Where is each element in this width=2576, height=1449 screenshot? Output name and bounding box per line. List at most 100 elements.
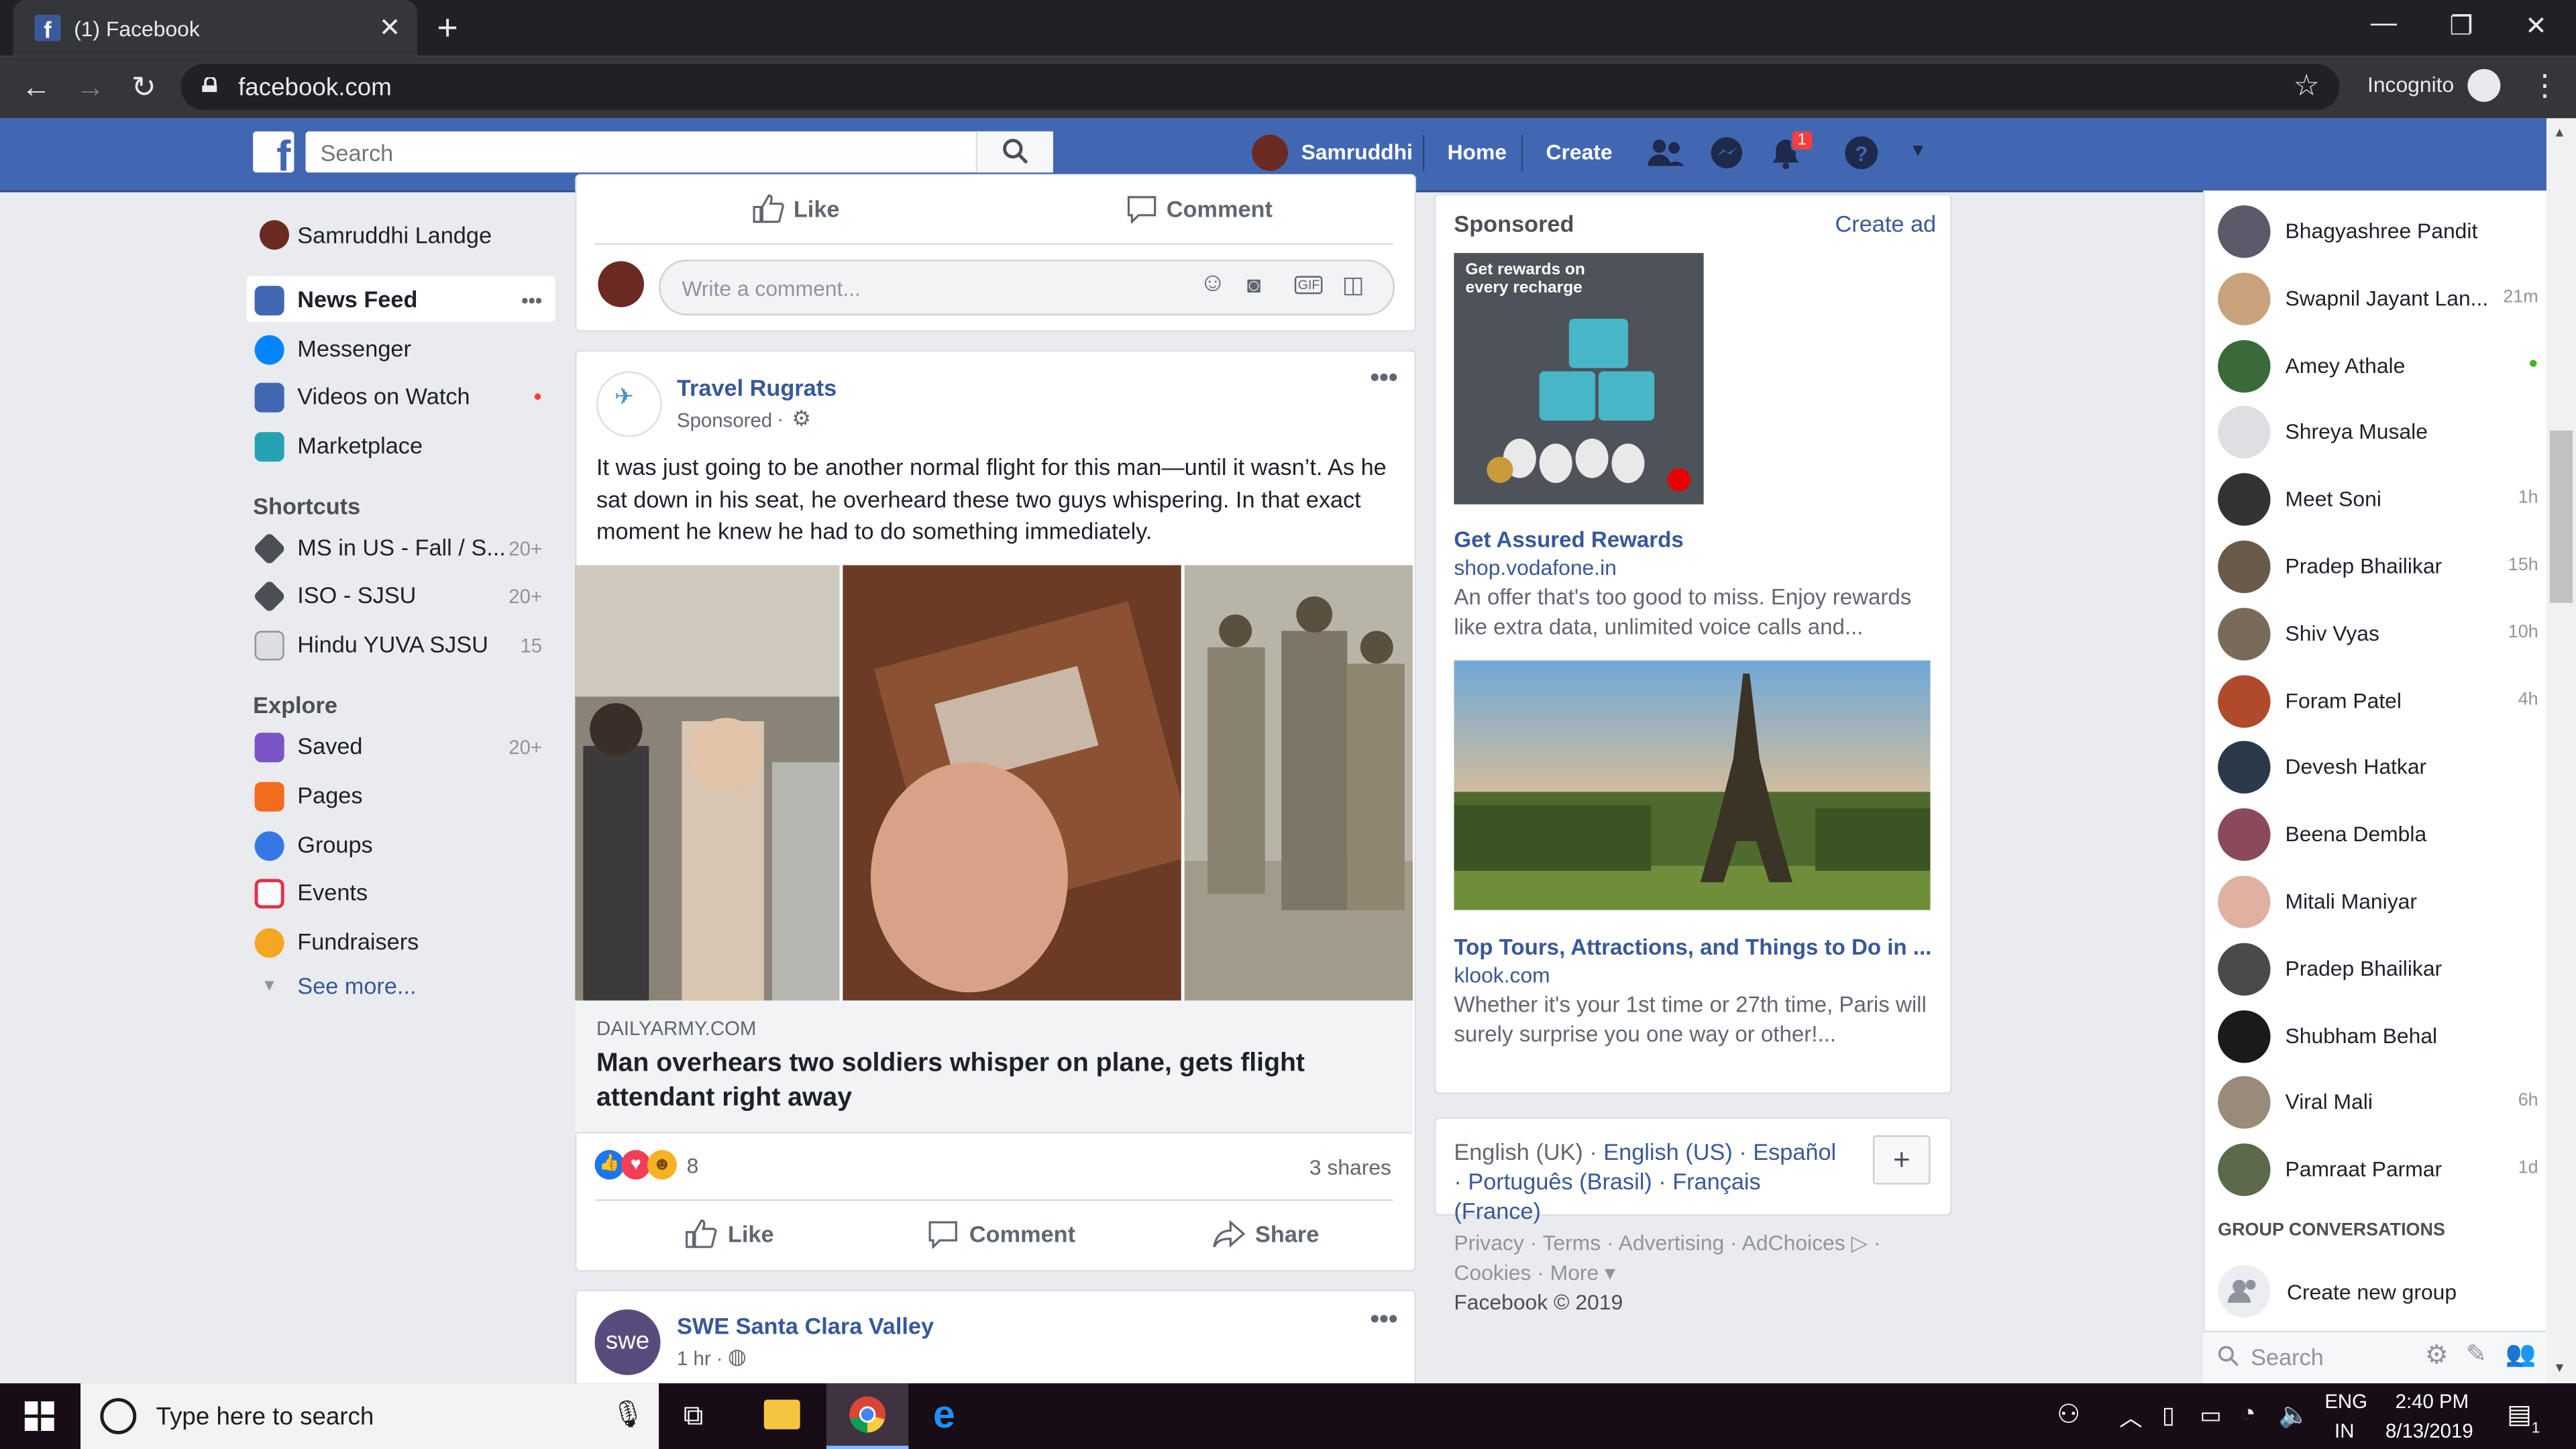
profile-link[interactable]: Samruddhi xyxy=(1301,140,1413,164)
chat-contact[interactable]: Viral Mali 6h xyxy=(2218,1070,2538,1136)
chat-contact[interactable]: Meet Soni 1h xyxy=(2218,467,2538,533)
chat-contact[interactable]: Foram Patel 4h xyxy=(2218,668,2538,734)
home-link[interactable]: Home xyxy=(1448,140,1507,164)
create-ad-link[interactable]: Create ad xyxy=(1835,210,1937,236)
action-center-icon[interactable]: ▤ xyxy=(2507,1398,2532,1431)
create-link[interactable]: Create xyxy=(1546,140,1613,164)
minimize-icon[interactable]: — xyxy=(2371,10,2397,40)
forward-icon[interactable]: → xyxy=(76,70,105,105)
taskbar-search[interactable]: Type here to search 🎙 xyxy=(80,1383,659,1449)
ad-domain[interactable]: shop.vodafone.in xyxy=(1454,555,1617,580)
nav-messenger[interactable]: Messenger xyxy=(246,325,558,372)
omnibox[interactable]: facebook.com ☆ xyxy=(180,64,2340,111)
sticker-icon[interactable]: ◫ xyxy=(1342,271,1364,299)
clock-date[interactable]: 8/13/2019 xyxy=(2385,1419,2473,1442)
back-icon[interactable]: ← xyxy=(21,70,51,105)
link-preview-image[interactable] xyxy=(575,565,1413,1001)
chat-contact[interactable]: Pamraat Parmar 1d xyxy=(2218,1137,2538,1203)
nav-saved[interactable]: Saved 20+ xyxy=(246,723,558,769)
language-option[interactable]: English (US) · xyxy=(1603,1138,1746,1165)
scroll-up-arrow-icon[interactable]: ▲ xyxy=(2553,125,2566,140)
reactions-summary[interactable]: 👍 ♥ ☻ 8 xyxy=(594,1150,698,1180)
account-menu-chevron-icon[interactable]: ▼ xyxy=(1909,142,1927,161)
ad-headline[interactable]: Top Tours, Attractions, and Things to Do… xyxy=(1454,934,1930,959)
chat-contact[interactable]: Amey Athale ● xyxy=(2218,333,2538,398)
footer-line[interactable]: Cookies · More ▾ xyxy=(1454,1258,1947,1288)
profile-name[interactable]: Samruddhi Landge xyxy=(297,222,492,248)
like-button[interactable]: Like xyxy=(753,194,839,223)
footer-links[interactable]: Privacy · Terms · Advertising · AdChoice… xyxy=(1454,1229,1947,1318)
messenger-icon[interactable] xyxy=(1710,136,1743,169)
comment-box[interactable]: Write a comment... ☺ ◙ GIF ◫ xyxy=(659,259,1395,316)
user-avatar[interactable] xyxy=(1252,134,1289,171)
vodafone-ad-image[interactable]: Get rewards on every recharge xyxy=(1454,253,1704,504)
post-author[interactable]: SWE Santa Clara Valley xyxy=(677,1313,934,1339)
scroll-down-arrow-icon[interactable]: ▼ xyxy=(2553,1360,2566,1375)
see-more-link[interactable]: See more... xyxy=(297,973,416,999)
shares-count[interactable]: 3 shares xyxy=(1309,1155,1391,1180)
share-button[interactable]: Share xyxy=(1212,1219,1319,1248)
chat-settings-gear-icon[interactable]: ⚙ xyxy=(2425,1339,2449,1372)
gif-icon[interactable]: GIF xyxy=(1294,276,1324,294)
people-tray-icon[interactable]: ⚇ xyxy=(2057,1398,2080,1431)
reload-icon[interactable]: ↻ xyxy=(131,70,156,105)
input-language-2[interactable]: IN xyxy=(2334,1419,2354,1442)
usb-device-icon[interactable]: ▯ xyxy=(2162,1401,2175,1430)
facebook-logo-icon[interactable]: f xyxy=(253,131,294,173)
post-options-icon[interactable]: ••• xyxy=(1370,1306,1397,1336)
browser-tab[interactable]: f (1) Facebook ✕ xyxy=(13,0,418,56)
ad-domain[interactable]: klook.com xyxy=(1454,963,1550,987)
facebook-search-input[interactable] xyxy=(317,138,981,168)
link-title[interactable]: Man overhears two soldiers whisper on pl… xyxy=(596,1046,1368,1116)
shortcut-item[interactable]: Hindu YUVA SJSU 15 xyxy=(246,621,558,667)
chat-contact[interactable]: Mitali Maniyar xyxy=(2218,869,2538,935)
post-options-icon[interactable]: ••• xyxy=(1370,365,1397,394)
windows-start-icon[interactable] xyxy=(24,1401,54,1432)
scrollbar-thumb[interactable] xyxy=(2549,430,2573,603)
edge-icon[interactable]: e xyxy=(933,1393,955,1440)
input-language-1[interactable]: ENG xyxy=(2324,1390,2367,1413)
chat-search-input[interactable]: Search xyxy=(2251,1344,2324,1370)
more-options-icon[interactable]: ••• xyxy=(521,289,542,312)
volume-icon[interactable]: 🔈 xyxy=(2279,1400,2310,1430)
settings-gear-icon[interactable]: ⚙ xyxy=(792,406,811,432)
create-group-icon[interactable] xyxy=(2218,1265,2271,1318)
chrome-taskbar-button[interactable] xyxy=(826,1383,909,1449)
chat-contact[interactable]: Pradep Bhailikar xyxy=(2218,936,2538,1002)
nav-events[interactable]: Events xyxy=(246,869,558,916)
new-message-icon[interactable]: ✎ xyxy=(2466,1339,2487,1368)
nav-news-feed[interactable]: News Feed ••• xyxy=(246,276,558,322)
incognito-icon[interactable] xyxy=(2467,68,2501,102)
nav-videos-on-watch[interactable]: Videos on Watch ● xyxy=(246,373,558,419)
clock-time[interactable]: 2:40 PM xyxy=(2396,1390,2469,1413)
help-icon[interactable]: ? xyxy=(1845,136,1878,170)
shortcut-item[interactable]: ISO - SJSU 20+ xyxy=(246,572,558,618)
page-scrollbar[interactable] xyxy=(2546,118,2576,1384)
nav-pages[interactable]: Pages xyxy=(246,772,558,818)
nav-fundraisers[interactable]: Fundraisers xyxy=(246,918,558,965)
chat-contact[interactable]: Shiv Vyas 10h xyxy=(2218,601,2538,667)
nav-marketplace[interactable]: Marketplace xyxy=(246,422,558,468)
friend-requests-icon[interactable] xyxy=(1648,138,1684,168)
task-view-icon[interactable]: ⧉ xyxy=(684,1400,704,1433)
sponsored-label[interactable]: Sponsored xyxy=(677,409,772,432)
like-button[interactable]: Like xyxy=(685,1219,774,1248)
chat-contact[interactable]: Beena Dembla xyxy=(2218,802,2538,868)
nav-groups[interactable]: Groups xyxy=(246,822,558,868)
post-author[interactable]: Travel Rugrats xyxy=(677,374,837,400)
create-new-group-link[interactable]: Create new group xyxy=(2287,1280,2457,1305)
microphone-icon[interactable]: 🎙 xyxy=(611,1398,645,1431)
chat-contact[interactable]: Swapnil Jayant Lan... 21m xyxy=(2218,266,2538,331)
camera-icon[interactable]: ◙ xyxy=(1247,271,1261,297)
bookmark-star-icon[interactable]: ☆ xyxy=(2293,69,2320,103)
comment-button[interactable]: Comment xyxy=(1126,194,1273,224)
chat-contact[interactable]: Pradep Bhailikar 15h xyxy=(2218,534,2538,600)
chat-contact[interactable]: Devesh Hatkar xyxy=(2218,735,2538,801)
emoji-icon[interactable]: ☺ xyxy=(1199,270,1226,299)
travel-rugrats-logo[interactable]: ✈ xyxy=(596,371,662,437)
language-option[interactable]: Português (Brasil) · xyxy=(1468,1168,1666,1194)
show-hidden-icons-chevron[interactable]: ︿ xyxy=(2119,1401,2142,1434)
file-explorer-icon[interactable] xyxy=(763,1399,800,1430)
maximize-icon[interactable]: ❐ xyxy=(2449,10,2473,43)
klook-ad-image[interactable] xyxy=(1454,660,1931,910)
